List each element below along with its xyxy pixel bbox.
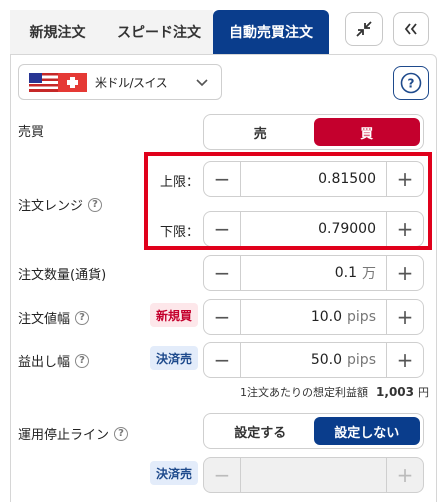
highlight-box <box>144 152 432 250</box>
help-icon[interactable]: ? <box>75 353 90 368</box>
help-icon[interactable]: ? <box>88 197 103 212</box>
plus-button[interactable]: + <box>387 458 423 492</box>
close-sell-badge: 決済売 <box>150 461 199 485</box>
yen-unit: 円 <box>418 386 429 399</box>
close-sell-badge: 決済売 <box>150 346 199 370</box>
back-button[interactable] <box>393 12 429 46</box>
take-profit-label: 益出し幅? <box>18 351 90 370</box>
stop-line-off-option[interactable]: 設定しない <box>313 417 420 445</box>
double-chevron-left-icon <box>404 23 417 35</box>
minus-button[interactable]: − <box>204 458 240 492</box>
plus-button[interactable]: + <box>387 300 423 334</box>
swiss-flag-icon <box>58 72 87 92</box>
stop-line-stepper: − + <box>203 457 424 493</box>
take-profit-input[interactable]: 50.0 pips <box>240 343 387 377</box>
stop-line-toggle: 設定する 設定しない <box>203 413 424 449</box>
tab-speed-order[interactable]: スピード注文 <box>105 10 213 54</box>
sell-option[interactable]: 売 <box>207 118 314 146</box>
new-buy-badge: 新規買 <box>150 303 199 327</box>
stop-line-input[interactable] <box>240 458 387 492</box>
expected-profit: 1注文あたりの想定利益額 1,003 円 <box>240 384 429 400</box>
minus-button[interactable]: − <box>204 343 240 377</box>
order-width-input[interactable]: 10.0 pips <box>240 300 387 334</box>
expected-profit-amount: 1,003 <box>376 385 414 399</box>
plus-button[interactable]: + <box>387 256 423 290</box>
question-icon: ? <box>400 72 422 94</box>
order-width-stepper: − 10.0 pips + <box>203 299 424 335</box>
side-toggle: 売 買 <box>203 114 424 150</box>
expected-profit-label: 1注文あたりの想定利益額 <box>240 386 369 399</box>
help-icon[interactable]: ? <box>75 310 90 325</box>
chevron-down-icon <box>196 79 208 87</box>
buy-option[interactable]: 買 <box>313 118 420 146</box>
stop-line-on-option[interactable]: 設定する <box>207 417 314 445</box>
side-label: 売買 <box>18 125 45 140</box>
order-width-label: 注文値幅? <box>18 308 90 327</box>
help-icon[interactable]: ? <box>114 426 129 441</box>
currency-pair-select[interactable]: 米ドル/スイス <box>18 64 222 100</box>
minus-button[interactable]: − <box>204 300 240 334</box>
svg-text:?: ? <box>408 77 415 91</box>
minus-button[interactable]: − <box>204 256 240 290</box>
collapse-icon <box>356 21 372 37</box>
stop-line-label: 運用停止ライン? <box>18 424 129 443</box>
order-range-label: 注文レンジ? <box>18 195 103 214</box>
currency-pair-label: 米ドル/スイス <box>95 75 168 90</box>
tab-new-order[interactable]: 新規注文 <box>10 10 105 54</box>
order-tabs: 新規注文 スピード注文 自動売買注文 <box>10 10 329 54</box>
quantity-stepper: − 0.1 万 + <box>203 255 424 291</box>
quantity-input[interactable]: 0.1 万 <box>240 256 387 290</box>
us-flag-icon <box>29 72 58 92</box>
quantity-label: 注文数量(通貨) <box>18 268 107 283</box>
plus-button[interactable]: + <box>387 343 423 377</box>
take-profit-stepper: − 50.0 pips + <box>203 342 424 378</box>
tab-auto-order[interactable]: 自動売買注文 <box>213 10 329 54</box>
collapse-button[interactable] <box>345 12 383 46</box>
help-button[interactable]: ? <box>393 66 429 100</box>
